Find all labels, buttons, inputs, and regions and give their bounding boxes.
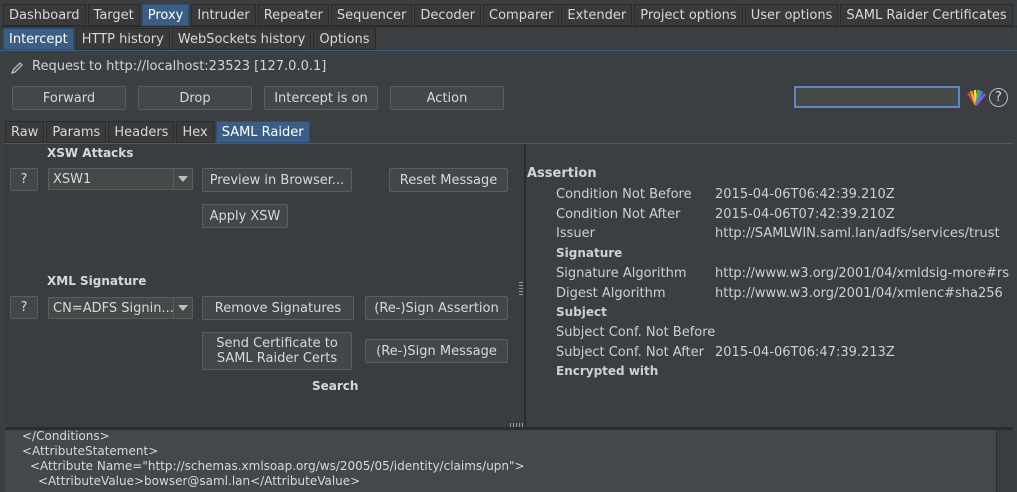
xml-line: <AttributeValue>bowser@saml.lan</Attribu…: [38, 474, 361, 488]
reset-message-button[interactable]: Reset Message: [389, 168, 508, 192]
divider: [0, 26, 1017, 27]
help-icon[interactable]: ?: [989, 88, 1008, 107]
xml-line: <Attribute Name="http://schemas.xmlsoap.…: [30, 459, 525, 473]
assertion-key: Condition Not After: [556, 206, 681, 222]
assertion-key: Condition Not Before: [556, 187, 692, 202]
tab-hex[interactable]: Hex: [176, 121, 214, 143]
splitter-grip-icon[interactable]: [519, 282, 523, 296]
tab-comparer[interactable]: Comparer: [483, 4, 560, 26]
tab-decoder[interactable]: Decoder: [414, 4, 482, 26]
certificate-selected-value: CN=ADFS Signin...: [53, 300, 173, 316]
tab-extender[interactable]: Extender: [561, 4, 633, 26]
xsw-selected-value: XSW1: [53, 171, 92, 187]
tab-sequencer[interactable]: Sequencer: [330, 4, 413, 26]
resign-message-button[interactable]: (Re-)Sign Message: [365, 339, 508, 363]
assertion-value: 2015-04-06T06:42:39.210Z: [715, 187, 895, 202]
certificate-select[interactable]: CN=ADFS Signin...: [48, 297, 193, 319]
message-tab-bar: Raw Params Headers Hex SAML Raider: [5, 121, 310, 143]
tab-options[interactable]: Options: [313, 28, 376, 50]
send-certificate-button[interactable]: Send Certificate to SAML Raider Certs: [202, 332, 352, 370]
chevron-down-icon: [173, 298, 192, 318]
assertion-key: Subject Conf. Not After: [556, 344, 705, 360]
preview-in-browser-button[interactable]: Preview in Browser...: [202, 168, 352, 192]
color-highlight-icon[interactable]: [966, 89, 986, 107]
divider: [0, 50, 1017, 51]
proxy-tab-bar: Intercept HTTP history WebSockets history O…: [3, 28, 376, 50]
tab-saml-raider-certificates[interactable]: SAML Raider Certificates: [840, 4, 1013, 26]
request-info: Request to http://localhost:23523 [127.0…: [32, 59, 327, 74]
tab-intruder[interactable]: Intruder: [191, 4, 256, 26]
editor-scrollbar[interactable]: [996, 430, 1014, 492]
tab-repeater[interactable]: Repeater: [257, 4, 329, 26]
assertion-value: http://www.w3.org/2001/04/xmlenc#sha256: [715, 285, 1003, 301]
tab-websockets-history[interactable]: WebSockets history: [171, 28, 312, 50]
forward-button[interactable]: Forward: [12, 86, 126, 110]
tab-target[interactable]: Target: [87, 4, 140, 26]
assertion-key: Encrypted with: [556, 364, 659, 379]
tab-dashboard[interactable]: Dashboard: [3, 4, 86, 26]
tab-intercept[interactable]: Intercept: [3, 28, 74, 50]
assertion-key: Subject Conf. Not Before: [556, 324, 716, 340]
xsw-heading: XSW Attacks: [47, 146, 134, 160]
intercept-toggle-button[interactable]: Intercept is on: [264, 86, 378, 110]
xsw-help-button[interactable]: ?: [10, 168, 38, 191]
action-button[interactable]: Action: [390, 86, 504, 110]
xml-line: <AttributeStatement>: [22, 444, 159, 458]
assertion-key: Digest Algorithm: [556, 285, 666, 301]
assertion-key: Signature Algorithm: [556, 265, 687, 281]
splitter-grip-icon[interactable]: [510, 423, 524, 427]
tab-http-history[interactable]: HTTP history: [75, 28, 170, 50]
remove-signatures-button[interactable]: Remove Signatures: [202, 296, 354, 320]
xml-signature-heading: XML Signature: [47, 274, 147, 288]
assertion-key: Issuer: [556, 226, 595, 242]
assertion-value: http://www.w3.org/2001/04/xmldsig-more#r…: [715, 265, 1010, 281]
apply-xsw-button[interactable]: Apply XSW: [202, 204, 288, 228]
tab-params[interactable]: Params: [46, 121, 107, 143]
drop-button[interactable]: Drop: [138, 86, 252, 110]
signature-help-button[interactable]: ?: [10, 296, 38, 319]
main-tab-bar: Dashboard Target Proxy Intruder Repeater Sequ…: [3, 4, 1013, 26]
search-label: Search: [312, 379, 359, 393]
tab-project-options[interactable]: Project options: [634, 4, 743, 26]
tab-saml-raider[interactable]: SAML Raider: [215, 121, 310, 143]
resign-assertion-button[interactable]: (Re-)Sign Assertion: [365, 296, 508, 320]
tab-raw[interactable]: Raw: [5, 121, 45, 143]
tab-headers[interactable]: Headers: [108, 121, 175, 143]
xsw-select[interactable]: XSW1: [48, 168, 193, 190]
assertion-value: 2015-04-06T07:42:39.210Z: [715, 206, 895, 222]
assertion-title: Assertion: [527, 166, 597, 181]
tab-user-options[interactable]: User options: [744, 4, 839, 26]
assertion-value: http://SAMLWIN.saml.lan/adfs/services/tr…: [715, 226, 1000, 242]
search-input[interactable]: [794, 86, 960, 108]
tab-proxy[interactable]: Proxy: [141, 4, 190, 26]
edit-pencil-icon: [10, 62, 23, 75]
assertion-key: Signature: [556, 246, 623, 261]
assertion-value: 2015-04-06T06:47:39.213Z: [715, 344, 895, 360]
xml-line: </Conditions>: [22, 429, 110, 443]
chevron-down-icon: [173, 169, 192, 189]
assertion-key: Subject: [556, 305, 607, 320]
